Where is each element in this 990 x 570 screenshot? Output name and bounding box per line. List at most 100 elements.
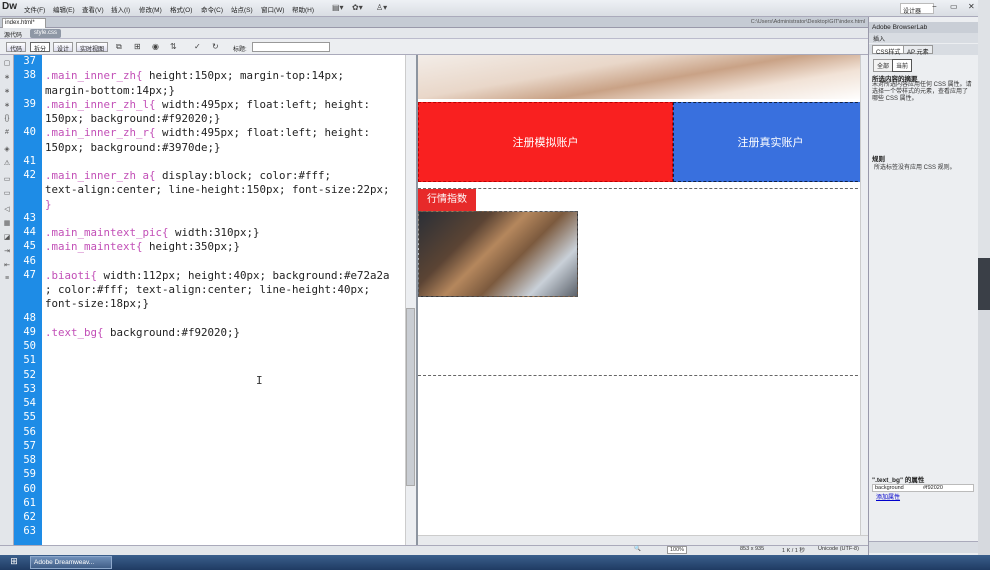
- workspace-switcher[interactable]: 设计器: [900, 3, 934, 15]
- validate-icon[interactable]: ✓: [194, 42, 201, 52]
- restore-icon[interactable]: ▭: [950, 2, 958, 11]
- css-body: width:310px;}: [168, 226, 260, 239]
- css-body: display:block; color:#fff;: [155, 169, 332, 182]
- register-demo-account-button[interactable]: 注册模拟账户: [418, 102, 673, 182]
- related-source-code[interactable]: 源代码: [4, 30, 22, 39]
- code-line: 150px; background:#f92020;}: [45, 112, 221, 125]
- menu-view[interactable]: 查看(V): [82, 4, 104, 14]
- split-view-button[interactable]: 拆分: [30, 42, 51, 53]
- line-number: 44: [23, 226, 36, 238]
- design-scrollbar[interactable]: [860, 55, 868, 535]
- line-number: 51: [23, 354, 36, 367]
- close-icon[interactable]: ✕: [968, 2, 975, 11]
- outdent-icon[interactable]: ⇤: [2, 261, 12, 270]
- menu-file[interactable]: 文件(F): [24, 4, 45, 14]
- dreamweaver-window: Dw 文件(F) 编辑(E) 查看(V) 插入(I) 修改(M) 格式(O) 命…: [0, 0, 990, 570]
- document-tab-bar: [0, 17, 868, 28]
- window-size[interactable]: 853 x 935: [740, 546, 764, 552]
- menu-insert[interactable]: 插入(I): [111, 4, 130, 14]
- menu-modify[interactable]: 修改(M): [139, 4, 162, 14]
- code-line: font-size:18px;}: [45, 297, 149, 310]
- line-numbers-icon[interactable]: #: [2, 129, 12, 138]
- css-body: background:#f92020;}: [103, 325, 241, 339]
- tab-ap-elements[interactable]: AP 元素: [903, 45, 933, 56]
- balance-braces-icon[interactable]: {}: [2, 115, 12, 124]
- line-number: 48: [23, 311, 36, 324]
- add-property-link[interactable]: 添加属性: [876, 492, 900, 501]
- title-input[interactable]: [252, 42, 330, 52]
- collapse-icon[interactable]: ∗: [2, 73, 12, 82]
- design-view-button[interactable]: 设计: [53, 42, 74, 53]
- code-view-button[interactable]: 代码: [6, 42, 27, 53]
- css-body: width:495px; float:left; height:: [155, 97, 371, 111]
- code-scroll-thumb[interactable]: [406, 308, 415, 486]
- menu-format[interactable]: 格式(O): [170, 4, 192, 14]
- line-number: 41: [23, 154, 36, 167]
- menu-window[interactable]: 窗口(W): [261, 4, 284, 14]
- refresh-icon[interactable]: ↻: [212, 42, 219, 52]
- tab-css-styles[interactable]: CSS样式: [872, 45, 905, 56]
- wrap-tag-icon[interactable]: ◁: [2, 205, 12, 214]
- zoom-select[interactable]: 100%: [667, 546, 688, 554]
- document-tab[interactable]: index.html*: [2, 18, 46, 28]
- select-parent-icon[interactable]: ∗: [2, 101, 12, 110]
- zoom-tool-icon[interactable]: 🔍: [634, 546, 641, 552]
- menu-help[interactable]: 帮助(H): [292, 4, 314, 14]
- css-body: width:495px; float:left; height:: [155, 126, 371, 140]
- extend-icon[interactable]: ♙▾: [376, 3, 387, 13]
- open-documents-icon[interactable]: ▢: [2, 59, 12, 68]
- syntax-error-icon[interactable]: ⚠: [2, 159, 12, 168]
- multiscreen-icon[interactable]: ⊞: [134, 42, 141, 52]
- highlight-invalid-icon[interactable]: ◈: [2, 145, 12, 154]
- move-css-icon[interactable]: ◪: [2, 233, 12, 242]
- gear-icon[interactable]: ✿▾: [352, 3, 363, 13]
- line-number: 52: [23, 368, 36, 381]
- line-number: 54: [23, 397, 36, 409]
- indent-icon[interactable]: ⇥: [2, 247, 12, 256]
- code-line: ; color:#fff; text-align:center; line-he…: [45, 283, 370, 296]
- app-logo: Dw: [2, 1, 17, 12]
- preview-icon[interactable]: ◉: [152, 42, 159, 52]
- menu-edit[interactable]: 编辑(E): [53, 4, 75, 14]
- code-line: margin-bottom:14px;}: [45, 84, 175, 97]
- teamwork-photo: [418, 211, 578, 297]
- css-selector: .main_inner_zh a{: [45, 169, 156, 182]
- line-number: 39: [23, 97, 36, 110]
- line-number: 60: [23, 482, 36, 495]
- line-number: 40: [23, 126, 36, 139]
- expand-icon[interactable]: ∗: [2, 87, 12, 96]
- minimize-icon[interactable]: −: [932, 2, 937, 11]
- start-button-icon[interactable]: ⊞: [2, 556, 26, 569]
- code-line: .text_bg{ background:#f92020;}: [45, 326, 240, 339]
- property-value[interactable]: #f92020: [923, 485, 943, 491]
- mode-all-button[interactable]: 全部: [873, 59, 894, 72]
- css-body: ; color:#fff; text-align:center; line-he…: [45, 283, 371, 296]
- collapse-panel-handle[interactable]: [978, 258, 990, 310]
- css-body: }: [45, 197, 52, 211]
- design-horizontal-scrollbar[interactable]: [418, 535, 868, 545]
- menu-site[interactable]: 站点(S): [231, 4, 253, 14]
- property-row[interactable]: background #f92020: [872, 484, 974, 492]
- layout-icon[interactable]: ▤▾: [332, 3, 344, 13]
- download-size: 1 K / 1 秒: [782, 548, 805, 554]
- design-view[interactable]: 注册模拟账户 注册真实账户 行情指数: [418, 55, 868, 535]
- insert-panel-header[interactable]: 插入: [869, 33, 978, 43]
- register-real-account-button[interactable]: 注册真实账户: [673, 102, 868, 182]
- line-number: 42: [23, 169, 36, 181]
- format-source-icon[interactable]: ≡: [2, 275, 12, 284]
- code-line: .main_inner_zh{ height:150px; margin-top…: [45, 69, 344, 82]
- uncomment-icon[interactable]: ▭: [2, 189, 12, 198]
- browserlab-panel-header[interactable]: Adobe BrowserLab: [869, 22, 978, 33]
- code-editor[interactable]: .main_inner_zh{ height:150px; margin-top…: [42, 55, 407, 545]
- file-manage-icon[interactable]: ⇅: [170, 42, 177, 52]
- menu-commands[interactable]: 命令(C): [201, 4, 223, 14]
- recent-snippets-icon[interactable]: ▦: [2, 219, 12, 228]
- line-number: 61: [23, 496, 36, 509]
- comment-icon[interactable]: ▭: [2, 175, 12, 184]
- live-view-button[interactable]: 实时视图: [76, 42, 109, 53]
- taskbar-dreamweaver[interactable]: Adobe Dreamweav...: [30, 556, 112, 569]
- related-css-file[interactable]: style.css: [30, 29, 62, 38]
- mode-current-button[interactable]: 当前: [892, 59, 913, 72]
- css-selector: .main_inner_zh_r{: [45, 126, 156, 140]
- inspect-icon[interactable]: ⧉: [116, 42, 122, 52]
